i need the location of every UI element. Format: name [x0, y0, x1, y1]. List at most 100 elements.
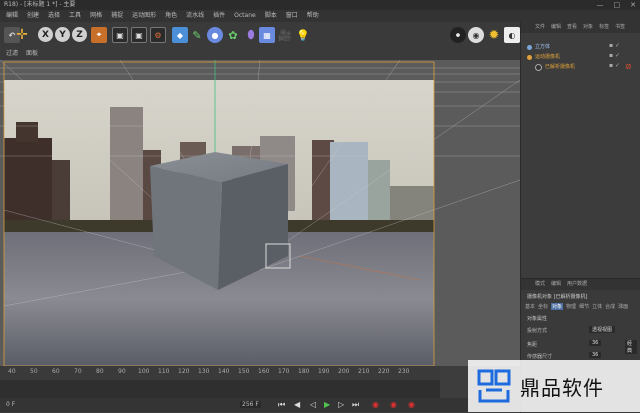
subtab-composition[interactable]: 合成 — [605, 303, 615, 310]
record-icon[interactable]: ◉ — [372, 400, 379, 409]
menu-mesh[interactable]: 网格 — [90, 10, 102, 22]
subtab-spherical[interactable]: 球面 — [618, 303, 628, 310]
next-frame-icon[interactable]: ▷ — [338, 400, 344, 409]
render-picture-viewer-icon[interactable]: ▣ — [131, 27, 147, 43]
om-menu-bookmarks[interactable]: 书签 — [615, 22, 625, 33]
subtab-basic[interactable]: 基本 — [525, 303, 535, 310]
menu-bar: 编辑 创建 选择 工具 网格 捕捉 运动图形 角色 流水线 插件 Octane … — [0, 10, 640, 22]
viewport-menu-panel[interactable]: 面板 — [26, 48, 38, 60]
tick: 160 — [258, 368, 270, 375]
visibility-toggle-icon[interactable]: ▪ ✓ — [609, 52, 620, 59]
menu-edit[interactable]: 编辑 — [6, 10, 18, 22]
visibility-toggle-icon[interactable]: ▪ ✓ — [609, 42, 620, 49]
tick: 150 — [238, 368, 250, 375]
3d-viewport[interactable] — [0, 60, 520, 366]
object-manager-tabs: 文件 编辑 查看 对象 标签 书签 — [521, 22, 640, 33]
frame-start[interactable]: 0 F — [6, 401, 15, 408]
viewport-scene — [0, 60, 520, 366]
close-button[interactable]: ✕ — [630, 0, 636, 10]
subtab-stereo[interactable]: 立体 — [592, 303, 602, 310]
go-to-start-icon[interactable]: ⏮ — [278, 400, 285, 410]
floor-icon[interactable]: ▦ — [259, 27, 275, 43]
y-axis-icon[interactable]: Y — [55, 27, 70, 42]
octane-light-icon[interactable]: ✹ — [486, 27, 502, 43]
light-icon[interactable]: 💡 — [295, 27, 311, 43]
protection-tag-icon[interactable]: ⊘ — [625, 62, 632, 71]
octane-material-icon[interactable]: ◐ — [504, 27, 520, 43]
om-menu-edit[interactable]: 编辑 — [551, 22, 561, 33]
object-name: 运动摄像机 — [535, 54, 561, 60]
subtab-coord[interactable]: 坐标 — [538, 303, 548, 310]
pen-icon[interactable]: ✎ — [189, 27, 205, 43]
attr-menu-mode[interactable]: 模式 — [535, 279, 545, 290]
window-title: R18) - [未标题 1 *] - 主要 — [4, 1, 76, 8]
tick: 60 — [52, 368, 60, 375]
viewport-menu-filter[interactable]: 过滤 — [6, 48, 18, 60]
om-menu-file[interactable]: 文件 — [535, 22, 545, 33]
window-controls: — □ ✕ — [597, 0, 637, 10]
title-bar: R18) - [未标题 1 *] - 主要 — [0, 0, 640, 10]
array-icon[interactable]: ✿ — [225, 27, 241, 43]
render-view-icon[interactable]: ▣ — [112, 27, 128, 43]
move-icon[interactable]: ✛ — [14, 27, 30, 43]
tick: 190 — [318, 368, 330, 375]
menu-select[interactable]: 选择 — [48, 10, 60, 22]
coordinate-system-icon[interactable]: ⌖ — [91, 27, 107, 43]
prev-frame-icon[interactable]: ◁ — [310, 400, 316, 409]
camera-icon[interactable]: 🎥 — [277, 27, 293, 43]
list-item[interactable]: 已解析摄像机 — [535, 62, 575, 72]
menu-octane[interactable]: Octane — [234, 10, 256, 22]
list-item[interactable]: 运动摄像机 — [527, 52, 560, 62]
tick: 120 — [178, 368, 190, 375]
attr-menu-userdata[interactable]: 用户数据 — [567, 279, 587, 290]
subtab-object[interactable]: 对象 — [551, 303, 564, 310]
watermark: 鼎品软件 — [468, 360, 640, 412]
z-axis-icon[interactable]: Z — [72, 27, 87, 42]
om-menu-view[interactable]: 查看 — [567, 22, 577, 33]
attribute-row: 投射方式 透视视图 — [527, 326, 637, 334]
tick: 210 — [358, 368, 370, 375]
go-to-end-icon[interactable]: ⏭ — [352, 400, 359, 410]
menu-mograph[interactable]: 运动图形 — [132, 10, 156, 22]
keyframe-icon[interactable]: ◉ — [408, 400, 415, 409]
prev-key-icon[interactable]: ◀ — [294, 400, 300, 409]
focal-preset-select[interactable]: 经典 — [625, 340, 637, 354]
subtab-details[interactable]: 细节 — [579, 303, 589, 310]
menu-script[interactable]: 脚本 — [265, 10, 277, 22]
om-menu-object[interactable]: 对象 — [583, 22, 593, 33]
focal-length-field[interactable]: 36 — [589, 340, 602, 346]
subdivision-icon[interactable]: ● — [207, 27, 223, 43]
subtab-physical[interactable]: 物理 — [566, 303, 576, 310]
menu-create[interactable]: 创建 — [27, 10, 39, 22]
menu-character[interactable]: 角色 — [165, 10, 177, 22]
section-title: 对象属性 — [527, 316, 548, 322]
projection-select[interactable]: 透视视图 — [589, 326, 616, 333]
list-item[interactable]: 立方体 — [527, 42, 550, 52]
play-icon[interactable]: ▶ — [324, 400, 330, 409]
attribute-row: 传感器尺寸 36 — [527, 352, 637, 360]
minimize-button[interactable]: — — [597, 0, 604, 10]
autokey-icon[interactable]: ◉ — [390, 400, 397, 409]
deformer-icon[interactable]: ⬮ — [243, 27, 259, 43]
cube-icon[interactable]: ◆ — [172, 27, 188, 43]
visibility-toggle-icon[interactable]: ▪ ✓ — [609, 62, 620, 69]
sensor-size-field[interactable]: 36 — [589, 352, 602, 358]
timeline-ruler[interactable]: 40 50 60 70 80 90 100 110 120 130 140 15… — [0, 366, 440, 380]
render-settings-icon[interactable]: ⚙ — [150, 27, 166, 43]
main-toolbar: ↶ ✛ X Y Z ⌖ ▣ ▣ ⚙ ◆ ✎ ● ✿ ⬮ ▦ 🎥 💡 ⚫ ◉ ✹ … — [0, 22, 520, 49]
om-menu-tags[interactable]: 标签 — [599, 22, 609, 33]
frame-end[interactable]: 256 F — [240, 401, 261, 408]
x-axis-icon[interactable]: X — [38, 27, 53, 42]
octane-settings-icon[interactable]: ◉ — [468, 27, 484, 43]
watermark-text: 鼎品软件 — [520, 375, 604, 400]
octane-render-icon[interactable]: ⚫ — [450, 27, 466, 43]
timeline-track[interactable] — [0, 380, 440, 398]
menu-window[interactable]: 窗口 — [286, 10, 298, 22]
menu-tools[interactable]: 工具 — [69, 10, 81, 22]
menu-plugins[interactable]: 插件 — [213, 10, 225, 22]
menu-snap[interactable]: 捕捉 — [111, 10, 123, 22]
attr-menu-edit[interactable]: 编辑 — [551, 279, 561, 290]
menu-help[interactable]: 帮助 — [307, 10, 319, 22]
menu-pipeline[interactable]: 流水线 — [186, 10, 204, 22]
maximize-button[interactable]: □ — [614, 0, 621, 10]
